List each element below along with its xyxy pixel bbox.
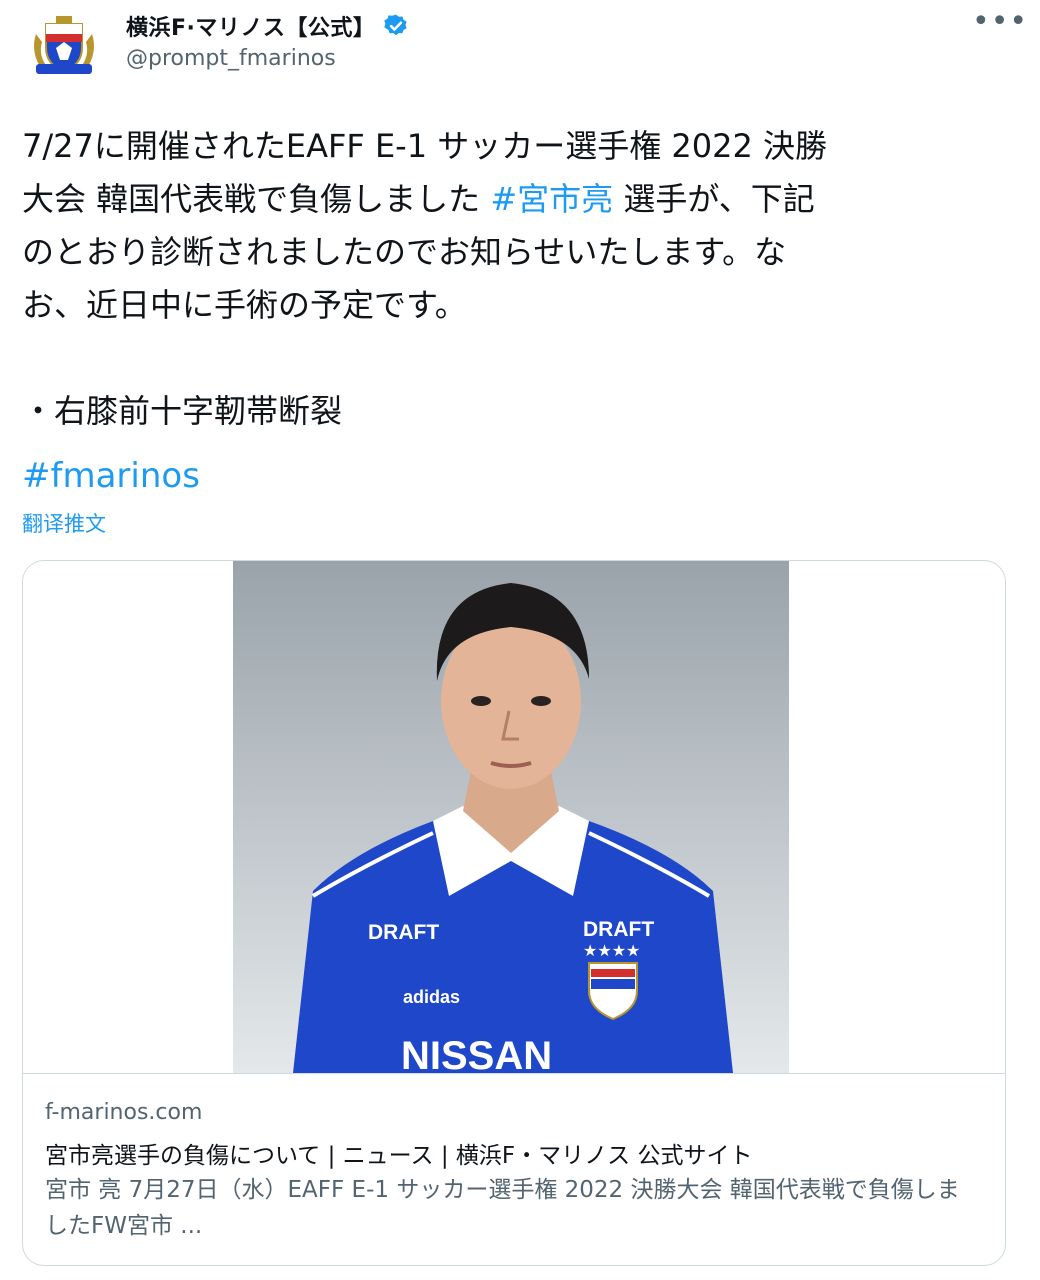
maker-logo-text: adidas (403, 987, 460, 1007)
tweet-line: のとおり診断されましたのでお知らせいたします。な (22, 233, 787, 271)
fmarinos-crest-icon (34, 16, 94, 74)
avatar[interactable] (22, 12, 106, 82)
chest-sponsor-text: NISSAN (401, 1034, 552, 1073)
card-description: 宮市 亮 7月27日（水）EAFF E-1 サッカー選手権 2022 決勝大会 … (45, 1177, 960, 1239)
more-options-icon[interactable]: ••• (972, 7, 1028, 37)
sponsor-text-left: DRAFT (368, 921, 439, 944)
author-handle[interactable]: @prompt_fmarinos (126, 46, 336, 71)
diagnosis-bullet: ・右膝前十字靭帯断裂 (22, 392, 343, 430)
tweet-line: お、近日中に手術の予定です。 (22, 286, 467, 324)
hashtag-link-player[interactable]: #宮市亮 (490, 180, 613, 218)
link-preview-text[interactable]: f-marinos.com 宮市亮選手の負傷について | ニュース | 横浜F・… (23, 1073, 1005, 1265)
tweet-line: 7/27に開催されたEAFF E-1 サッカー選手権 2022 決勝 (22, 127, 828, 165)
tweet-text: 7/27に開催されたEAFF E-1 サッカー選手権 2022 決勝 大会 韓国… (22, 120, 1012, 438)
tweet-line: 大会 韓国代表戦で負傷しました #宮市亮 選手が、下記 (22, 173, 1012, 226)
hashtag-link-club[interactable]: #fmarinos (22, 456, 200, 496)
jersey-stars: ★★★★ (583, 941, 640, 960)
author-name-row[interactable]: 横浜F·マリノス【公式】 (126, 10, 409, 42)
player-photo-icon: DRAFT DRAFT ★★★★ adidas NISSAN (233, 561, 789, 1073)
translate-tweet-link[interactable]: 翻译推文 (22, 508, 106, 538)
verified-badge-icon (384, 14, 408, 36)
sponsor-text-right: DRAFT (583, 918, 654, 941)
tweet-text-segment: 大会 韓国代表戦で負傷しました (22, 180, 491, 218)
link-preview-card[interactable]: DRAFT DRAFT ★★★★ adidas NISSAN f-marinos… (22, 560, 1006, 1266)
card-domain: f-marinos.com (45, 1100, 203, 1125)
card-title: 宮市亮選手の負傷について | ニュース | 横浜F・マリノス 公式サイト (45, 1143, 753, 1169)
author-display-name[interactable]: 横浜F·マリノス【公式】 (126, 10, 375, 42)
tweet-text-segment: 選手が、下記 (613, 180, 815, 218)
